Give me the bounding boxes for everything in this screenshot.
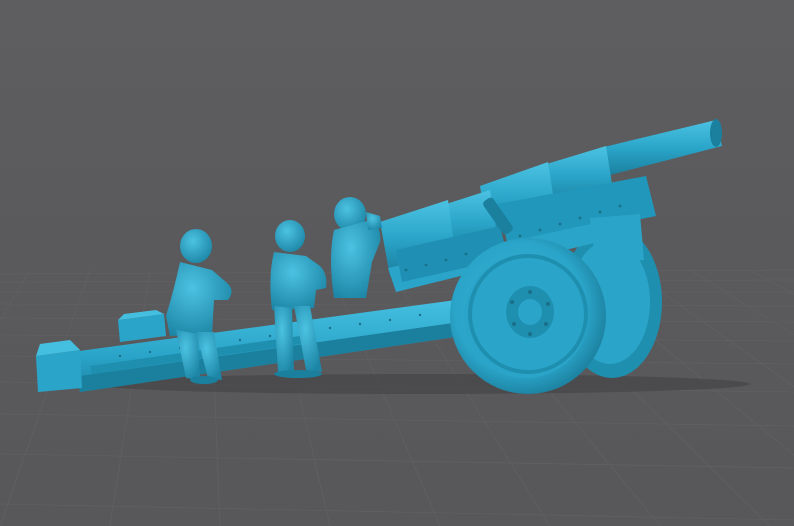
near-wheel[interactable] bbox=[450, 238, 606, 394]
3d-viewport[interactable] bbox=[0, 0, 794, 526]
scene-canvas[interactable] bbox=[0, 0, 794, 526]
ammo-crate[interactable] bbox=[118, 310, 166, 342]
crew-figure-3[interactable] bbox=[331, 197, 382, 298]
